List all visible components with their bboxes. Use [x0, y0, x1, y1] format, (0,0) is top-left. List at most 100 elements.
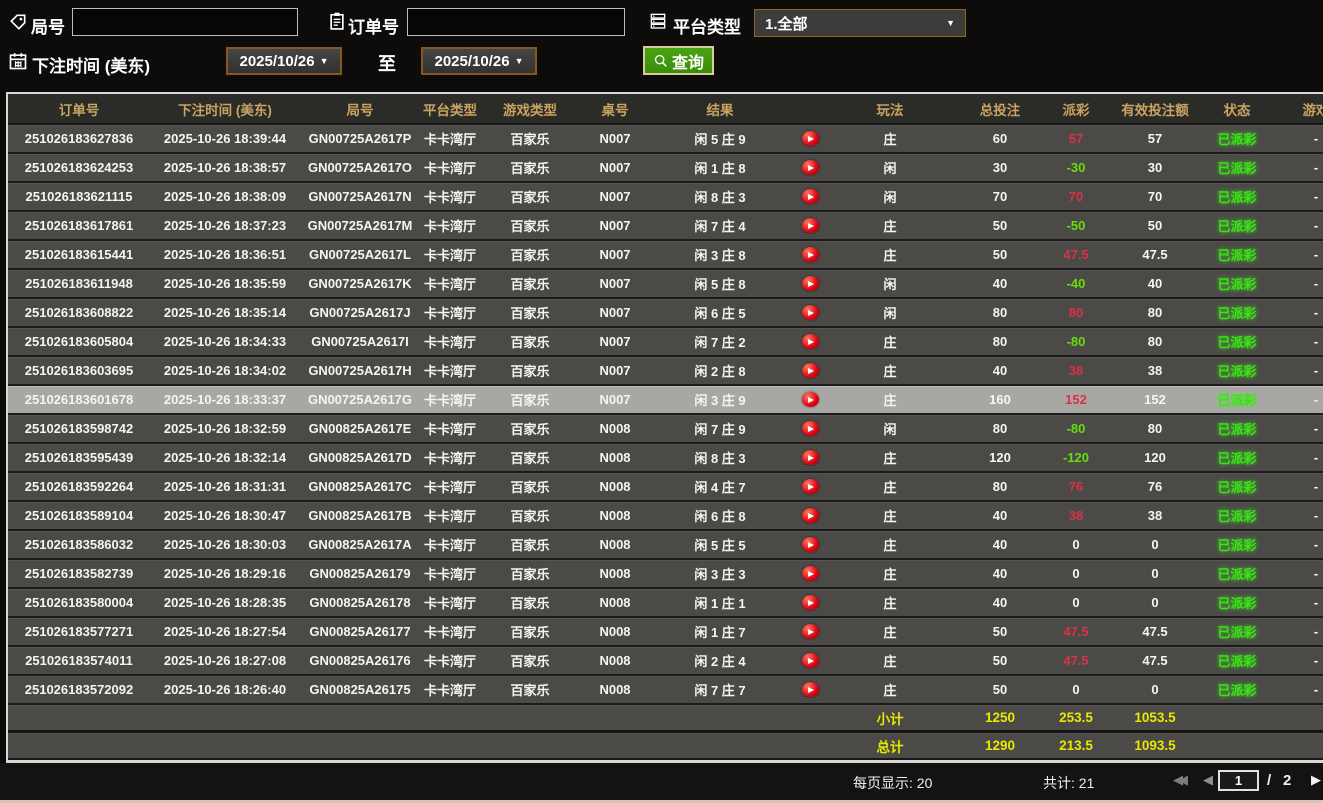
table-row[interactable]: 251026183617861 2025-10-26 18:37:23 GN0072…: [8, 212, 1323, 241]
cell-play-icon: [790, 125, 830, 152]
table-row[interactable]: 251026183598742 2025-10-26 18:32:59 GN0082…: [8, 415, 1323, 444]
play-video-icon[interactable]: [801, 334, 819, 349]
table-row[interactable]: 251026183595439 2025-10-26 18:32:14 GN0082…: [8, 444, 1323, 473]
play-video-icon[interactable]: [801, 537, 819, 552]
cell-platform: 卡卡湾厅: [423, 422, 476, 437]
cell-status: 已派彩: [1217, 132, 1257, 147]
cell-payout: 47.5: [1063, 247, 1089, 262]
cell-time: 2025-10-26 18:27:54: [163, 624, 287, 639]
cell-time: 2025-10-26 18:38:09: [163, 189, 287, 204]
cell-time: 2025-10-26 18:30:03: [163, 537, 287, 552]
play-video-icon[interactable]: [801, 508, 819, 523]
column-header-play-icon: [790, 94, 830, 123]
table-row[interactable]: 251026183592264 2025-10-26 18:31:31 GN0082…: [8, 473, 1323, 502]
first-page-button[interactable]: ◀◀: [1173, 772, 1188, 788]
cell-game-type: 百家乐: [510, 190, 550, 205]
date-from-picker[interactable]: 2025/10/26 ▼: [226, 47, 342, 75]
play-video-icon[interactable]: [801, 218, 819, 233]
cell-platform: 卡卡湾厅: [423, 219, 476, 234]
page-number-input[interactable]: [1218, 770, 1259, 791]
play-video-icon[interactable]: [801, 653, 819, 668]
table-row[interactable]: 251026183577271 2025-10-26 18:27:54 GN0082…: [8, 618, 1323, 647]
cell-result: 闲 8 庄 3: [694, 451, 746, 466]
table-row[interactable]: 251026183589104 2025-10-26 18:30:47 GN0082…: [8, 502, 1323, 531]
table-row[interactable]: 251026183574011 2025-10-26 18:27:08 GN0082…: [8, 647, 1323, 676]
cell-play: 闲: [883, 190, 897, 205]
cell-status: 已派彩: [1217, 248, 1257, 263]
table-row[interactable]: 251026183627836 2025-10-26 18:39:44 GN0072…: [8, 125, 1323, 154]
next-page-button[interactable]: ▶: [1311, 772, 1321, 788]
table-row[interactable]: 251026183586032 2025-10-26 18:30:03 GN0082…: [8, 531, 1323, 560]
cell-time: 2025-10-26 18:34:33: [163, 334, 287, 349]
cell-valid-bet: 0: [1151, 682, 1159, 697]
play-video-icon[interactable]: [801, 682, 819, 697]
table-row[interactable]: 251026183615441 2025-10-26 18:36:51 GN0072…: [8, 241, 1323, 270]
play-video-icon[interactable]: [801, 160, 819, 175]
cell-game-type: 百家乐: [510, 509, 550, 524]
play-video-icon[interactable]: [801, 392, 819, 407]
table-row[interactable]: 251026183601678 2025-10-26 18:33:37 GN0072…: [8, 386, 1323, 415]
play-video-icon[interactable]: [801, 624, 819, 639]
cell-order: 251026183582739: [24, 566, 134, 581]
table-row[interactable]: 251026183611948 2025-10-26 18:35:59 GN0072…: [8, 270, 1323, 299]
cell-round: GN00825A2617E: [308, 421, 412, 436]
order-input[interactable]: [407, 8, 625, 36]
cell-time: 2025-10-26 18:26:40: [163, 682, 287, 697]
cell-play: 庄: [883, 248, 897, 263]
cell-table-no: N007: [599, 160, 631, 175]
chevron-down-icon: ▼: [319, 56, 329, 66]
cell-payout: 38: [1068, 508, 1084, 523]
play-video-icon[interactable]: [801, 479, 819, 494]
table-row[interactable]: 251026183624253 2025-10-26 18:38:57 GN0072…: [8, 154, 1323, 183]
play-video-icon[interactable]: [801, 276, 819, 291]
round-input[interactable]: [72, 8, 298, 36]
cell-total-bet: 80: [992, 479, 1008, 494]
cell-result: 闲 5 庄 5: [694, 538, 746, 553]
play-video-icon[interactable]: [801, 247, 819, 262]
round-label: 局号: [31, 18, 65, 37]
total-row-spacer: [580, 733, 650, 758]
cell-total-bet: 40: [992, 276, 1008, 291]
prev-page-button[interactable]: ◀: [1203, 772, 1213, 788]
play-video-icon[interactable]: [801, 131, 819, 146]
total-row-spacer: [300, 733, 420, 758]
cell-game: -: [1313, 682, 1319, 697]
cell-table-no: N008: [599, 479, 631, 494]
table-row[interactable]: 251026183608822 2025-10-26 18:35:14 GN0072…: [8, 299, 1323, 328]
play-video-icon[interactable]: [801, 363, 819, 378]
cell-platform: 卡卡湾厅: [423, 248, 476, 263]
cell-time: 2025-10-26 18:36:51: [163, 247, 287, 262]
cell-valid-bet: 70: [1147, 189, 1163, 204]
cell-game: -: [1313, 450, 1319, 465]
cell-order: 251026183572092: [24, 682, 134, 697]
clipboard-icon: [327, 11, 347, 31]
platform-select[interactable]: 1.全部 ▼: [754, 9, 966, 37]
search-button[interactable]: 查询: [643, 46, 714, 75]
cell-time: 2025-10-26 18:30:47: [163, 508, 287, 523]
cell-play: 庄: [883, 219, 897, 234]
cell-valid-bet: 57: [1147, 131, 1163, 146]
cell-play-icon: [790, 618, 830, 645]
cell-payout: -30: [1066, 160, 1086, 175]
table-row[interactable]: 251026183603695 2025-10-26 18:34:02 GN0072…: [8, 357, 1323, 386]
play-video-icon[interactable]: [801, 566, 819, 581]
cell-play-icon: [790, 241, 830, 268]
table-row[interactable]: 251026183582739 2025-10-26 18:29:16 GN0082…: [8, 560, 1323, 589]
play-video-icon[interactable]: [801, 189, 819, 204]
table-row[interactable]: 251026183580004 2025-10-26 18:28:35 GN0082…: [8, 589, 1323, 618]
cell-round: GN00825A26175: [309, 682, 411, 697]
cell-play-icon: [790, 444, 830, 471]
play-video-icon[interactable]: [801, 421, 819, 436]
cell-total-bet: 60: [992, 131, 1008, 146]
play-video-icon[interactable]: [801, 450, 819, 465]
table-row[interactable]: 251026183572092 2025-10-26 18:26:40 GN0082…: [8, 676, 1323, 705]
play-video-icon[interactable]: [801, 305, 819, 320]
table-row[interactable]: 251026183621115 2025-10-26 18:38:09 GN0072…: [8, 183, 1323, 212]
cell-round: GN00725A2617K: [308, 276, 412, 291]
play-video-icon[interactable]: [801, 595, 819, 610]
table-row[interactable]: 251026183605804 2025-10-26 18:34:33 GN0072…: [8, 328, 1323, 357]
cell-game-type: 百家乐: [510, 567, 550, 582]
total-row-spacer: [8, 733, 150, 758]
date-to-picker[interactable]: 2025/10/26 ▼: [421, 47, 537, 75]
pagination-bar: 每页显示: 20 共计: 21 ◀◀ ◀ / 2 ▶: [0, 763, 1323, 800]
